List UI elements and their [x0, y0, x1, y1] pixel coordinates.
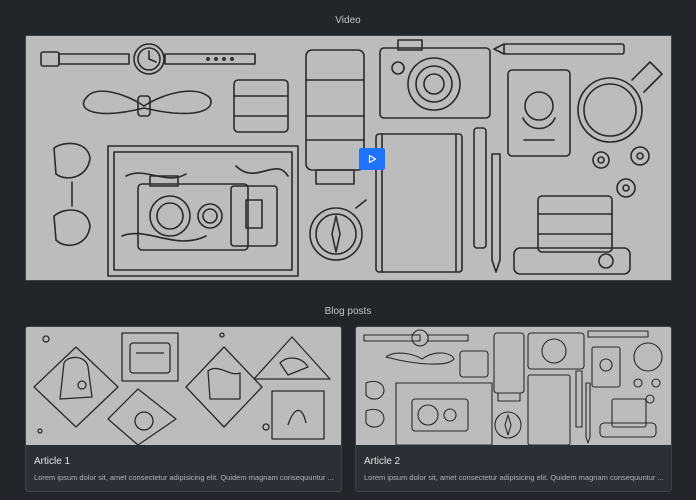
video-section-heading: Video [335, 15, 361, 26]
blog-section-heading: Blog posts [324, 306, 372, 317]
article-excerpt: Lorem ipsum dolor sit, amet consectetur … [364, 473, 664, 482]
video-thumbnail [40, 39, 663, 277]
article-title[interactable]: Article 1 [34, 456, 70, 467]
article-card-1[interactable]: Article 1 Lorem ipsum dolor sit, amet co… [25, 326, 342, 492]
article-excerpt: Lorem ipsum dolor sit, amet consectetur … [34, 473, 334, 482]
play-button[interactable] [359, 148, 385, 170]
play-icon [368, 154, 377, 164]
video-player[interactable] [25, 35, 672, 281]
article-card-2[interactable]: Article 2 Lorem ipsum dolor sit, amet co… [355, 326, 672, 492]
article-title[interactable]: Article 2 [364, 456, 400, 467]
article-thumbnail [26, 327, 341, 445]
article-thumbnail [356, 327, 671, 445]
